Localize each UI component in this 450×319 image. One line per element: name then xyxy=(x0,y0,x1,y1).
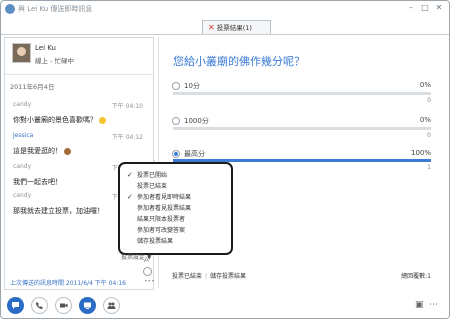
poll-option-bar xyxy=(173,127,431,130)
poll-footer-links: 投票已結束 | 儲存投票結果 xyxy=(172,273,247,280)
message-sender: candy xyxy=(13,163,32,170)
poll-option-radio[interactable] xyxy=(172,82,180,90)
poll-panel: 您給小叢廟的佛作幾分呢？ 10分 0% 0 1000分 0% 0 最高分 100… xyxy=(118,37,447,288)
poll-option-count: 1 xyxy=(427,164,431,171)
last-message-link[interactable]: 上次傳送的訊息時間 2011/6/4 下午 04:16 xyxy=(10,278,126,287)
contact-status: 線上 - 忙碌中 xyxy=(35,57,74,65)
message-time: 下午 04:12 xyxy=(111,134,143,141)
message-sender: Jessica xyxy=(13,132,34,139)
menu-item-poll-ended[interactable]: 投票已結束 xyxy=(120,181,231,192)
checkmark-icon: ✓ xyxy=(127,193,133,201)
message-text: 那我就去建立投票，加油囉！ xyxy=(13,207,104,215)
avatar[interactable] xyxy=(12,43,31,63)
tab-poll-results[interactable]: ✕ 投票結果(1) xyxy=(202,20,271,34)
close-icon[interactable]: ✕ xyxy=(208,23,215,32)
menu-item-live-results[interactable]: ✓ 參加者看見即時結果 xyxy=(120,192,231,203)
poll-option-label: 10分 xyxy=(184,82,200,90)
message-sender: candy xyxy=(13,101,32,108)
emoticon-icon xyxy=(64,147,71,155)
checkmark-icon: ✓ xyxy=(127,171,133,179)
video-icon[interactable] xyxy=(55,297,72,314)
poll-settings-menu: ✓ 投票已開始 投票已結束 ✓ 參加者看見即時結果 參加者看見投票結果 結果只限本投… xyxy=(118,162,233,255)
bottom-toolbar: ▣ ⋯ xyxy=(1,293,449,318)
message-text: 這是我愛逛的！ xyxy=(13,146,71,156)
poll-option-percent: 0% xyxy=(419,81,431,89)
poll-option-percent: 0% xyxy=(419,116,431,124)
end-poll-link[interactable]: 投票已結束 xyxy=(172,273,202,280)
people-icon[interactable] xyxy=(103,297,120,314)
smiley-icon xyxy=(99,116,106,124)
layout-icon[interactable]: ▣ xyxy=(415,300,424,310)
message-time: 下午 04:10 xyxy=(111,103,143,110)
close-icon[interactable]: ✕ xyxy=(433,3,445,13)
minimize-icon[interactable]: – xyxy=(405,3,417,13)
emoticon-icon[interactable] xyxy=(143,267,152,276)
poll-option-count: 0 xyxy=(427,97,431,104)
menu-item-show-results[interactable]: 參加者看見投票結果 xyxy=(120,203,231,214)
poll-option-label: 最高分 xyxy=(184,150,205,158)
message-text: 你對小叢廟的景色喜歡嗎？ xyxy=(13,115,106,125)
poll-option-radio[interactable] xyxy=(172,117,180,125)
save-results-link[interactable]: 儲存投票結果 xyxy=(210,273,246,280)
menu-item-poll-started[interactable]: ✓ 投票已開始 xyxy=(120,170,231,181)
poll-option-label: 1000分 xyxy=(184,117,209,125)
poll-option-count: 0 xyxy=(427,132,431,139)
menu-item-results-owner-only[interactable]: 結果只限本投票者 xyxy=(120,214,231,225)
chat-date: 2011年6月4日 xyxy=(10,83,55,91)
poll-settings-button[interactable]: 投票設定 ▼ xyxy=(121,252,152,261)
contact-name: Lei Ku xyxy=(35,44,56,52)
poll-option-percent: 100% xyxy=(410,149,431,157)
menu-item-change-answer[interactable]: 參加者可改變答案 xyxy=(120,225,231,236)
poll-option-bar xyxy=(173,92,431,95)
tab-label: 投票結果(1) xyxy=(216,24,252,32)
settings-icon[interactable]: ⋯ xyxy=(429,300,438,310)
app-icon xyxy=(5,4,15,14)
phone-icon[interactable] xyxy=(31,297,48,314)
window-title: 與 Lei Ku 傳送即時訊息 xyxy=(18,5,93,13)
message-text: 我們一起去吧！ xyxy=(13,178,62,186)
menu-item-save-results[interactable]: 儲存投票結果 xyxy=(120,236,231,247)
share-icon[interactable] xyxy=(79,297,96,314)
more-icon[interactable]: ••• xyxy=(144,278,155,285)
poll-option-radio[interactable] xyxy=(172,150,180,158)
chat-icon[interactable] xyxy=(7,297,24,314)
im-window: 與 Lei Ku 傳送即時訊息 – □ ✕ ✕ 投票結果(1) Lei Ku 線上… xyxy=(0,0,450,319)
message-sender: candy xyxy=(13,192,32,199)
poll-question: 您給小叢廟的佛作幾分呢？ xyxy=(173,55,305,68)
maximize-icon[interactable]: □ xyxy=(419,3,431,13)
title-bar: 與 Lei Ku 傳送即時訊息 – □ ✕ xyxy=(1,1,449,17)
tab-strip: ✕ 投票結果(1) xyxy=(1,17,449,35)
total-responses: 總回覆數:1 xyxy=(401,273,431,280)
